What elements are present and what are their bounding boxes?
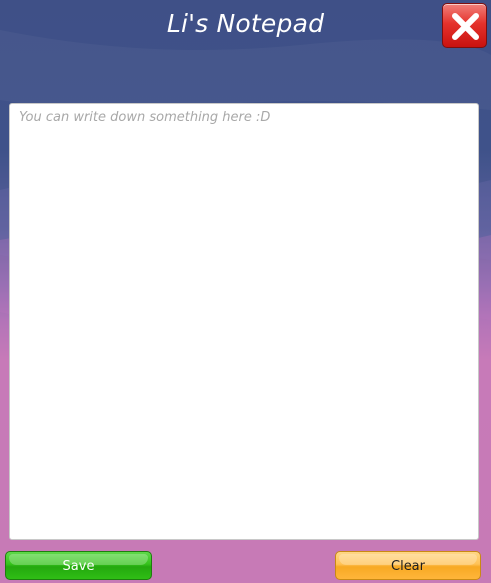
notepad-textarea[interactable] [9,103,479,540]
clear-button[interactable]: Clear [335,551,481,580]
notepad-window: Li's Notepad Save Clear [0,0,491,583]
window-title: Li's Notepad [166,9,325,38]
close-icon [452,13,479,40]
save-button[interactable]: Save [5,551,152,580]
clear-button-label: Clear [391,559,425,574]
close-button[interactable] [442,3,487,48]
save-button-label: Save [62,559,95,574]
